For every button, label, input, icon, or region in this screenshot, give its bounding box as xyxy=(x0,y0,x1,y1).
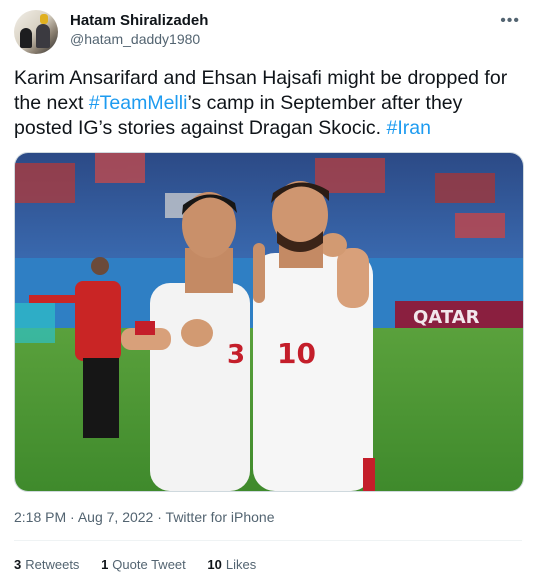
separator: · xyxy=(70,509,75,525)
quotes-count: 1 xyxy=(101,557,109,572)
likes-count: 10 xyxy=(207,557,222,572)
football-players-photo: QATAR 3 10 xyxy=(15,153,523,491)
stadium-banner-text: QATAR xyxy=(413,307,480,328)
divider xyxy=(14,540,522,541)
tweet-header: Hatam Shiralizadeh @hatam_daddy1980 ••• xyxy=(14,10,522,54)
retweets-count: 3 xyxy=(14,557,22,572)
author-handle[interactable]: @hatam_daddy1980 xyxy=(70,31,200,47)
quotes-stat[interactable]: 1 Quote Tweet xyxy=(101,557,186,572)
tweet-time[interactable]: 2:18 PM xyxy=(14,509,66,525)
tweet-stats: 3 Retweets 1 Quote Tweet 10 Likes xyxy=(14,557,274,572)
author-name[interactable]: Hatam Shiralizadeh xyxy=(70,12,208,29)
tweet-date[interactable]: Aug 7, 2022 xyxy=(78,509,154,525)
quotes-label: Quote Tweet xyxy=(112,557,186,572)
tweet-photo[interactable]: QATAR 3 10 xyxy=(14,152,524,492)
retweets-stat[interactable]: 3 Retweets xyxy=(14,557,79,572)
more-dots-icon[interactable]: ••• xyxy=(500,12,520,30)
tweet-text: Karim Ansarifard and Ehsan Hajsafi might… xyxy=(14,66,524,141)
tweet-source[interactable]: Twitter for iPhone xyxy=(166,509,275,525)
tweet-meta: 2:18 PM · Aug 7, 2022 · Twitter for iPho… xyxy=(14,509,274,525)
separator: · xyxy=(157,509,162,525)
hashtag-teammelli[interactable]: #TeamMelli xyxy=(89,92,188,114)
retweets-label: Retweets xyxy=(25,557,80,572)
jersey-number-right: 10 xyxy=(277,337,316,370)
avatar[interactable] xyxy=(14,10,58,54)
jersey-number-left: 3 xyxy=(227,340,245,370)
likes-stat[interactable]: 10 Likes xyxy=(207,557,256,572)
hashtag-iran[interactable]: #Iran xyxy=(387,117,431,139)
likes-label: Likes xyxy=(225,557,257,572)
